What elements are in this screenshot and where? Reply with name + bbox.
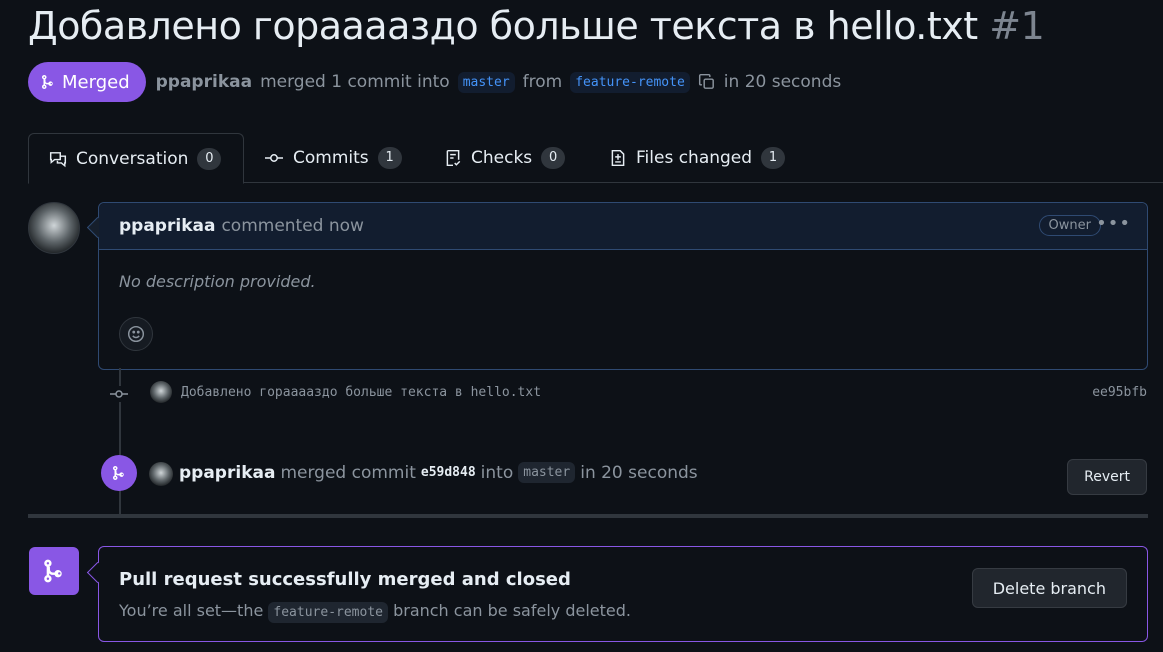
commit-icon <box>265 153 283 162</box>
commit-author-avatar[interactable] <box>150 381 172 403</box>
pr-summary-text: merged 1 commit into <box>260 72 450 92</box>
merge-event-text: merged commit <box>280 462 416 483</box>
tab-files-changed-count: 1 <box>761 146 786 169</box>
tab-checks[interactable]: Checks 0 <box>444 133 566 182</box>
comment-author-avatar[interactable] <box>28 202 80 254</box>
merge-author-avatar[interactable] <box>149 462 173 486</box>
tab-commits-label: Commits <box>293 147 369 168</box>
checklist-icon <box>446 149 461 166</box>
merged-status-subtitle: You’re all set—the feature-remote branch… <box>119 601 631 623</box>
merge-author-link[interactable]: ppaprikaa <box>179 463 275 483</box>
pr-author-link[interactable]: ppaprikaa <box>156 72 252 92</box>
tab-checks-count: 0 <box>541 146 566 169</box>
merged-status-branch[interactable]: feature-remote <box>268 602 388 623</box>
git-merge-icon <box>44 559 62 583</box>
comment-header: ppaprikaa commented now Owner ••• <box>99 203 1147 250</box>
git-merge-icon <box>112 466 124 481</box>
delete-branch-button[interactable]: Delete branch <box>971 568 1127 608</box>
tab-conversation[interactable]: Conversation 0 <box>28 133 244 184</box>
revert-button[interactable]: Revert <box>1067 459 1147 495</box>
merged-state-badge: Merged <box>28 62 146 102</box>
merge-event-icon <box>101 455 137 491</box>
git-merge-icon <box>41 75 53 90</box>
pr-description-comment: ppaprikaa commented now Owner ••• No des… <box>98 202 1148 370</box>
merge-target-branch[interactable]: master <box>518 462 576 483</box>
merge-event: ppaprikaa merged commit e59d848 into mas… <box>179 462 698 483</box>
owner-badge: Owner <box>1038 215 1101 236</box>
tab-files-changed-label: Files changed <box>636 147 753 168</box>
pr-title: Добавлено горааааздо больше текста в hel… <box>28 4 1045 48</box>
pr-number: #1 <box>989 4 1045 48</box>
pr-summary-time: in 20 seconds <box>723 72 842 92</box>
kebab-menu-icon[interactable]: ••• <box>1096 213 1131 234</box>
merge-event-into: into <box>480 462 514 483</box>
copy-icon[interactable] <box>698 73 716 91</box>
comment-author-link[interactable]: ppaprikaa <box>119 216 215 236</box>
commit-node-icon <box>110 386 128 402</box>
add-reaction-button[interactable] <box>119 317 153 351</box>
comment-action: commented now <box>221 216 364 236</box>
head-branch-link[interactable]: feature-remote <box>570 71 690 93</box>
file-diff-icon <box>611 149 625 166</box>
tab-commits[interactable]: Commits 1 <box>264 133 402 182</box>
merged-status-title: Pull request successfully merged and clo… <box>119 569 571 590</box>
base-branch-link[interactable]: master <box>457 71 515 93</box>
merged-status-box: Pull request successfully merged and clo… <box>98 546 1148 642</box>
commit-message-link[interactable]: Добавлено горааааздо больше текста в hel… <box>181 385 541 400</box>
pr-title-text: Добавлено горааааздо больше текста в hel… <box>28 4 978 48</box>
tab-checks-label: Checks <box>471 147 533 168</box>
merged-status-sub-1: You’re all set—the <box>119 601 264 620</box>
tab-conversation-count: 0 <box>197 147 222 170</box>
tab-commits-count: 1 <box>377 146 402 169</box>
conversation-icon <box>49 151 67 167</box>
tab-files-changed[interactable]: Files changed 1 <box>609 133 786 182</box>
timeline-divider <box>28 514 1148 518</box>
comment-body: No description provided. <box>119 272 316 291</box>
merged-state-label: Merged <box>62 71 130 93</box>
pr-meta: Merged ppaprikaa merged 1 commit into ma… <box>28 62 841 102</box>
merge-event-time: in 20 seconds <box>580 462 698 483</box>
merged-status-sub-2: branch can be safely deleted. <box>393 601 631 620</box>
pr-summary-from: from <box>522 72 563 92</box>
merged-status-icon <box>29 547 79 595</box>
tab-conversation-label: Conversation <box>76 148 189 169</box>
commit-sha-link[interactable]: ee95bfb <box>1092 385 1147 400</box>
merge-commit-sha-link[interactable]: e59d848 <box>421 465 476 480</box>
smiley-icon <box>127 325 145 343</box>
pr-tabs: Conversation 0 Commits 1 Checks 0 Files … <box>28 133 1163 184</box>
